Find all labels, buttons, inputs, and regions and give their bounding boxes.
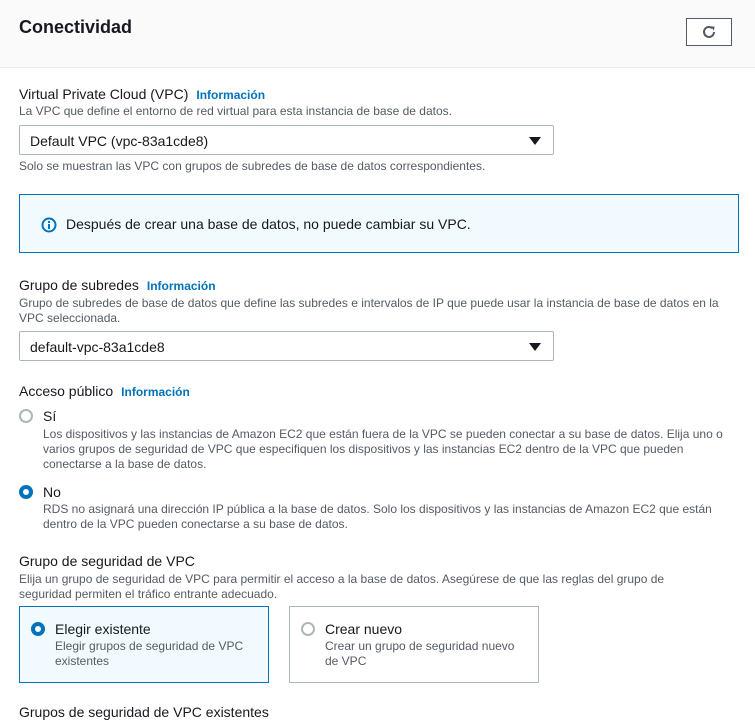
subnet-label: Grupo de subredes Información — [19, 277, 216, 293]
create-new-desc: Crear un grupo de seguridad nuevo de VPC — [325, 639, 515, 668]
vpc-info-link[interactable]: Información — [196, 88, 265, 102]
info-icon — [41, 217, 57, 233]
refresh-button[interactable] — [686, 18, 732, 46]
security-group-description-2: seguridad permiten el tráfico entrante a… — [19, 587, 278, 601]
page-title: Conectividad — [19, 17, 133, 37]
subnet-select[interactable]: default-vpc-83a1cde8 — [19, 331, 554, 361]
public-access-yes-desc-2: varios grupos de seguridad de VPC que es… — [43, 442, 684, 456]
subnet-label-text: Grupo de subredes — [19, 277, 139, 293]
security-group-label: Grupo de seguridad de VPC — [19, 553, 195, 569]
connectivity-header: Conectividad — [0, 0, 755, 68]
info-alert: Después de crear una base de datos, no p… — [19, 194, 739, 253]
create-new-tile[interactable]: Crear nuevo Crear un grupo de seguridad … — [289, 606, 539, 683]
public-access-info-link[interactable]: Información — [121, 385, 190, 399]
refresh-icon — [703, 25, 715, 38]
choose-existing-tile[interactable]: Elegir existente Elegir grupos de seguri… — [19, 606, 269, 683]
public-access-no-desc-1: RDS no asignará una dirección IP pública… — [43, 502, 712, 516]
existing-security-groups-label: Grupos de seguridad de VPC existentes — [19, 704, 269, 720]
public-access-no-desc-2: dentro de la VPC pueden conectarse a su … — [43, 517, 348, 531]
subnet-description-2: VPC seleccionada. — [19, 311, 121, 325]
public-access-label-text: Acceso público — [19, 383, 114, 399]
public-access-label: Acceso público Información — [19, 383, 190, 399]
vpc-hint: Solo se muestran las VPC con grupos de s… — [19, 159, 486, 173]
caret-down-icon — [529, 137, 541, 145]
choose-existing-title: Elegir existente — [55, 621, 151, 637]
public-access-yes-label[interactable]: Sí — [43, 408, 56, 424]
vpc-description: La VPC que define el entorno de red virt… — [19, 104, 452, 118]
choose-existing-desc: Elegir grupos de seguridad de VPC existe… — [55, 639, 244, 668]
vpc-select-value: Default VPC (vpc-83a1cde8) — [30, 133, 209, 149]
create-new-title: Crear nuevo — [325, 621, 403, 637]
subnet-description-1: Grupo de subredes de base de datos que d… — [19, 296, 719, 310]
create-new-radio[interactable] — [301, 622, 315, 636]
caret-down-icon — [529, 343, 541, 351]
public-access-yes-desc-1: Los dispositivos y las instancias de Ama… — [43, 427, 723, 441]
vpc-label: Virtual Private Cloud (VPC) Información — [19, 86, 265, 102]
subnet-info-link[interactable]: Información — [147, 279, 216, 293]
security-group-description-1: Elija un grupo de seguridad de VPC para … — [19, 572, 665, 586]
vpc-label-text: Virtual Private Cloud (VPC) — [19, 86, 189, 102]
subnet-select-value: default-vpc-83a1cde8 — [30, 339, 165, 355]
public-access-yes-desc-3: conectarse a la base de datos. — [43, 457, 207, 471]
public-access-yes-radio[interactable] — [19, 409, 33, 423]
choose-existing-radio[interactable] — [31, 622, 45, 636]
vpc-select[interactable]: Default VPC (vpc-83a1cde8) — [19, 125, 554, 155]
public-access-no-radio[interactable] — [19, 485, 33, 499]
public-access-no-label[interactable]: No — [43, 484, 61, 500]
alert-message: Después de crear una base de datos, no p… — [66, 216, 471, 232]
